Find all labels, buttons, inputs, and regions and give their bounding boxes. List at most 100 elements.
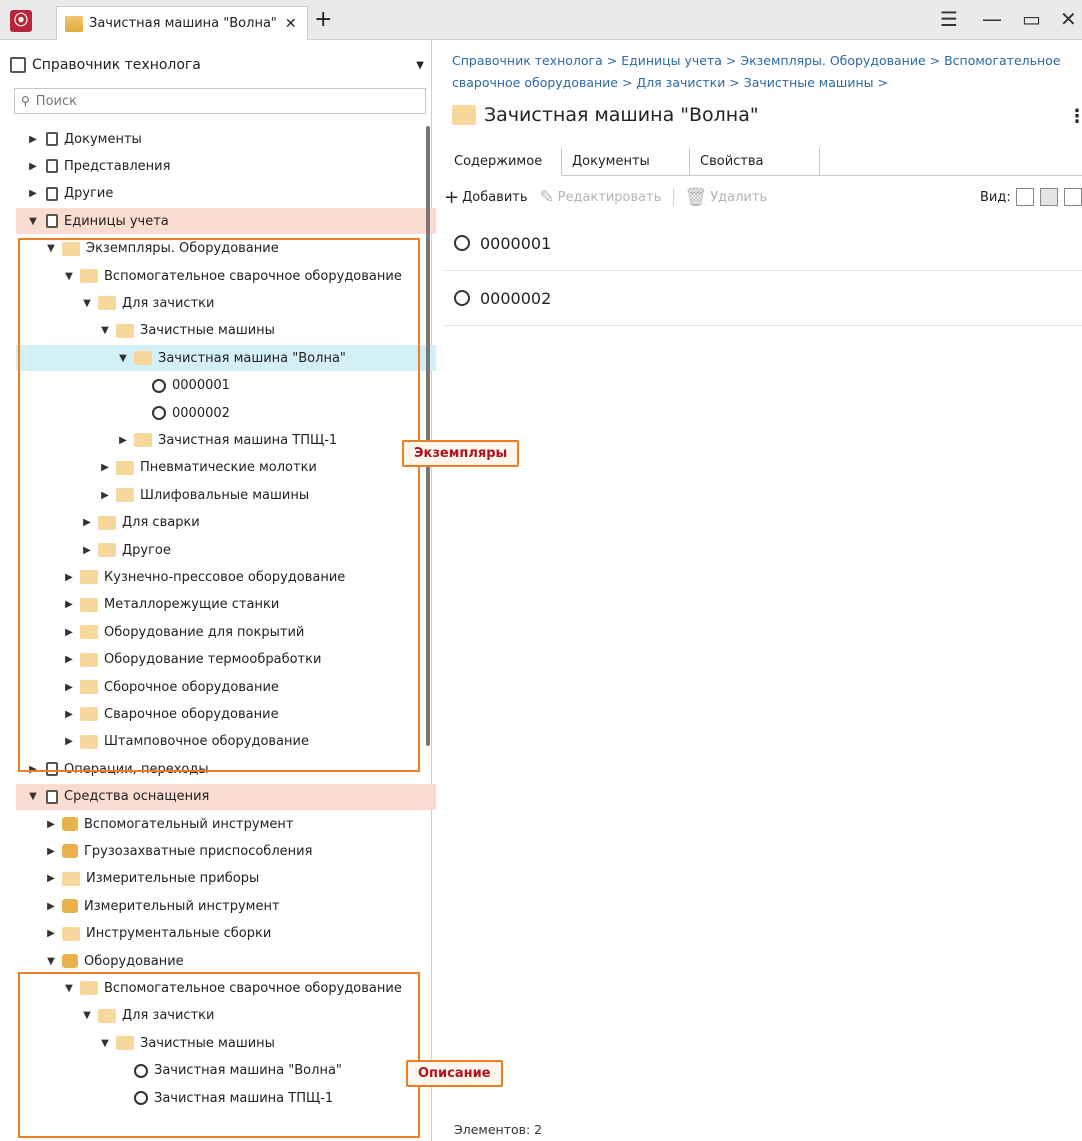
tree-scrollbar[interactable]	[426, 126, 430, 746]
tree-item[interactable]: 0000001	[16, 373, 436, 399]
tree-item[interactable]: Зачистная машина ТПЩ-1	[16, 1085, 436, 1111]
tree-item[interactable]: ▶ Документы	[16, 126, 436, 152]
expand-arrow-right-icon[interactable]: ▶	[62, 682, 76, 693]
tree-item[interactable]: ▶ Инструментальные сборки	[16, 921, 436, 947]
tree-item[interactable]: 0000002	[16, 400, 436, 426]
expand-arrow-right-icon[interactable]: ▶	[80, 517, 94, 528]
list-item[interactable]: 0000002	[444, 271, 1082, 326]
expand-arrow-down-icon[interactable]: ▼	[80, 298, 94, 309]
expand-arrow-down-icon[interactable]: ▼	[80, 1010, 94, 1021]
expand-arrow-right-icon[interactable]: ▶	[26, 188, 40, 199]
expand-arrow-right-icon[interactable]: ▶	[26, 764, 40, 775]
tree-item[interactable]: ▼ Оборудование	[16, 948, 436, 974]
tree-item[interactable]: ▶ Измерительные приборы	[16, 866, 436, 892]
tree-item[interactable]: ▶ Другие	[16, 181, 436, 207]
expand-arrow-right-icon[interactable]: ▶	[98, 462, 112, 473]
expand-arrow-down-icon[interactable]: ▼	[98, 325, 112, 336]
new-tab-button[interactable]: +	[314, 8, 332, 32]
minimize-icon[interactable]: —	[982, 6, 1002, 32]
expand-arrow-right-icon[interactable]: ▶	[44, 928, 58, 939]
expand-arrow-right-icon[interactable]: ▶	[44, 901, 58, 912]
expand-arrow-right-icon[interactable]: ▶	[44, 819, 58, 830]
chevron-down-icon[interactable]: ▼	[416, 60, 424, 71]
tab-properties[interactable]: Свойства	[690, 148, 820, 175]
tree-item-label: Вспомогательный инструмент	[84, 816, 294, 832]
tree-item[interactable]: ▼ Зачистные машины	[16, 1030, 436, 1056]
tree-item[interactable]: Зачистная машина "Волна"	[16, 1058, 436, 1084]
expand-arrow-down-icon[interactable]: ▼	[62, 983, 76, 994]
expand-arrow-right-icon[interactable]: ▶	[62, 599, 76, 610]
expand-arrow-down-icon[interactable]: ▼	[44, 956, 58, 967]
tree-item[interactable]: ▶ Другое	[16, 537, 436, 563]
expand-arrow-right-icon[interactable]: ▶	[62, 736, 76, 747]
tree-item[interactable]: ▶ Оборудование термообработки	[16, 647, 436, 673]
tree-item[interactable]: ▶ Для сварки	[16, 510, 436, 536]
tree-item[interactable]: ▶ Измерительный инструмент	[16, 893, 436, 919]
breadcrumb-item[interactable]: Справочник технолога	[452, 53, 603, 68]
breadcrumb-item[interactable]: Экземпляры. Оборудование	[740, 53, 925, 68]
list-item[interactable]: 0000001	[444, 216, 1082, 271]
delete-button[interactable]: 🗑 Удалить	[684, 187, 767, 208]
tree-item[interactable]: ▼ Единицы учета	[16, 208, 436, 235]
app-logo[interactable]: ⦿	[10, 10, 32, 32]
expand-arrow-right-icon[interactable]: ▶	[62, 654, 76, 665]
tree-item[interactable]: ▶ Пневматические молотки	[16, 455, 436, 481]
breadcrumb-item[interactable]: Единицы учета	[621, 53, 722, 68]
tree-item[interactable]: ▶ Штамповочное оборудование	[16, 729, 436, 755]
add-button[interactable]: + Добавить	[444, 187, 528, 208]
tree-item[interactable]: ▶ Вспомогательный инструмент	[16, 811, 436, 837]
expand-arrow-right-icon[interactable]: ▶	[80, 545, 94, 556]
catalog-selector[interactable]: Справочник технолога ▼	[10, 50, 430, 80]
tree-item[interactable]: ▶ Сборочное оборудование	[16, 674, 436, 700]
close-window-icon[interactable]: ✕	[1060, 6, 1077, 32]
more-options-icon[interactable]: ⋮	[1068, 106, 1082, 127]
edit-button[interactable]: ✎ Редактировать	[540, 187, 662, 208]
tree-item[interactable]: ▶ Представления	[16, 153, 436, 179]
tree-item[interactable]: ▶ Металлорежущие станки	[16, 592, 436, 618]
breadcrumb-item[interactable]: Для зачистки	[636, 75, 725, 90]
expand-arrow-down-icon[interactable]: ▼	[98, 1038, 112, 1049]
tree-item[interactable]: ▶ Шлифовальные машины	[16, 482, 436, 508]
tree-item[interactable]: ▼ Для зачистки	[16, 1003, 436, 1029]
expand-arrow-right-icon[interactable]: ▶	[44, 846, 58, 857]
tree-item[interactable]: ▼ Зачистная машина "Волна"	[16, 345, 436, 372]
search-box[interactable]: ⚲	[14, 88, 426, 114]
tree-item[interactable]: ▼ Вспомогательное сварочное оборудование	[16, 975, 436, 1001]
maximize-icon[interactable]: ▭	[1022, 6, 1041, 32]
document-tab[interactable]: Зачистная машина "Волна" ✕	[56, 6, 308, 40]
close-tab-icon[interactable]: ✕	[285, 16, 297, 32]
expand-arrow-down-icon[interactable]: ▼	[116, 353, 130, 364]
tree-item[interactable]: ▼ Вспомогательное сварочное оборудование	[16, 263, 436, 289]
tree-item[interactable]: ▶ Операции, переходы	[16, 756, 436, 782]
expand-arrow-right-icon[interactable]: ▶	[44, 873, 58, 884]
tree-item[interactable]: ▶ Грузозахватные приспособления	[16, 838, 436, 864]
tree-item[interactable]: ▶ Сварочное оборудование	[16, 701, 436, 727]
expand-arrow-down-icon[interactable]: ▼	[62, 271, 76, 282]
tile-view-icon[interactable]	[1064, 188, 1082, 206]
expand-arrow-right-icon[interactable]: ▶	[26, 134, 40, 145]
tree-item[interactable]: ▼ Средства оснащения	[16, 783, 436, 810]
search-input[interactable]	[35, 93, 425, 109]
expand-arrow-right-icon[interactable]: ▶	[62, 627, 76, 638]
tab-content[interactable]: Содержимое	[444, 148, 562, 176]
expand-arrow-right-icon[interactable]: ▶	[62, 572, 76, 583]
expand-arrow-right-icon[interactable]: ▶	[26, 161, 40, 172]
expand-arrow-down-icon[interactable]: ▼	[44, 243, 58, 254]
folder-icon	[116, 323, 134, 338]
tree-item[interactable]: ▼ Зачистные машины	[16, 318, 436, 344]
tree-item[interactable]: ▼ Экземпляры. Оборудование	[16, 236, 436, 262]
tree-item[interactable]: ▶ Зачистная машина ТПЩ-1	[16, 427, 436, 453]
expand-arrow-right-icon[interactable]: ▶	[116, 435, 130, 446]
tab-documents[interactable]: Документы	[562, 148, 690, 175]
menu-icon[interactable]: ☰	[940, 6, 958, 32]
expand-arrow-right-icon[interactable]: ▶	[98, 490, 112, 501]
expand-arrow-down-icon[interactable]: ▼	[26, 216, 40, 227]
tree-item[interactable]: ▼ Для зачистки	[16, 290, 436, 316]
tree-item[interactable]: ▶ Кузнечно-прессовое оборудование	[16, 564, 436, 590]
tree-item[interactable]: ▶ Оборудование для покрытий	[16, 619, 436, 645]
grid-view-icon[interactable]	[1016, 188, 1034, 206]
expand-arrow-right-icon[interactable]: ▶	[62, 709, 76, 720]
expand-arrow-down-icon[interactable]: ▼	[26, 791, 40, 802]
list-view-icon[interactable]	[1040, 188, 1058, 206]
breadcrumb-item[interactable]: Зачистные машины	[744, 75, 874, 90]
